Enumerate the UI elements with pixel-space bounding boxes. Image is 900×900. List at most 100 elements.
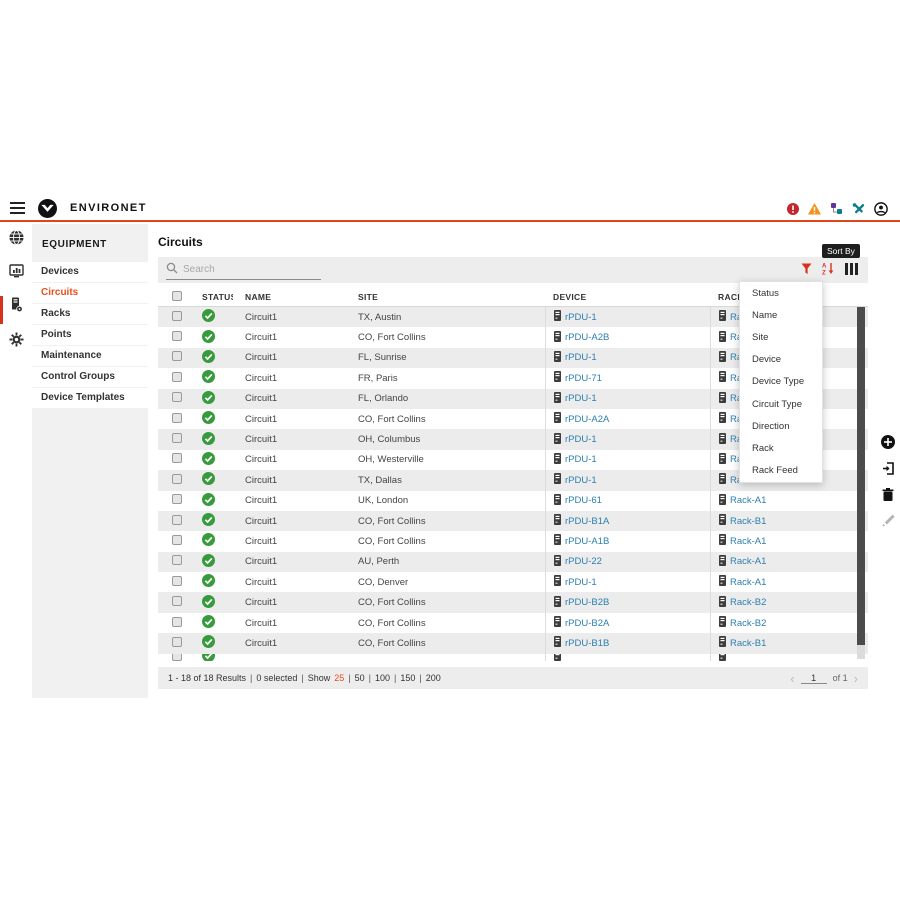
warning-icon[interactable] [808,203,821,215]
add-button[interactable] [881,435,895,454]
device-link[interactable]: rPDU-1 [565,393,597,404]
row-checkbox[interactable] [172,555,182,565]
device-link[interactable]: rPDU-A2B [565,332,609,343]
row-checkbox[interactable] [172,535,182,545]
device-link[interactable]: rPDU-1 [565,352,597,363]
row-checkbox[interactable] [172,494,182,504]
sort-option-device-type[interactable]: Device Type [740,371,822,393]
menu-icon[interactable] [10,202,25,217]
row-checkbox[interactable] [172,576,182,586]
device-link[interactable]: rPDU-1 [565,312,597,323]
show-option-150[interactable]: 150 [400,673,415,683]
device-link[interactable]: rPDU-22 [565,556,602,567]
edit-button[interactable] [882,514,895,532]
rack-icon [719,575,726,589]
select-all-checkbox[interactable] [172,291,182,301]
sort-option-device[interactable]: Device [740,349,822,371]
row-checkbox[interactable] [172,392,182,402]
rack-icon [719,433,726,447]
status-ok-icon [202,533,215,549]
scrollbar-thumb[interactable] [857,307,865,645]
sidebar-item-racks[interactable]: Racks [32,304,148,324]
device-link[interactable]: rPDU-1 [565,475,597,486]
sidebar-item-maintenance[interactable]: Maintenance [32,346,148,366]
page-of-label: of 1 [833,673,848,683]
device-link[interactable]: rPDU-71 [565,373,602,384]
page-input[interactable] [801,673,827,684]
row-checkbox[interactable] [172,637,182,647]
name-cell: Circuit1 [233,597,346,608]
rack-link[interactable]: Rack-A1 [730,556,766,567]
column-header-status[interactable]: STATUS [188,292,233,302]
device-link[interactable]: rPDU-1 [565,434,597,445]
row-checkbox-cell [158,535,188,548]
device-link[interactable]: rPDU-B2A [565,618,609,629]
row-checkbox[interactable] [172,331,182,341]
device-link[interactable]: rPDU-A2A [565,414,609,425]
tools-icon[interactable] [852,203,865,215]
export-button[interactable] [882,462,895,480]
name-cell: Circuit1 [233,577,346,588]
row-checkbox[interactable] [172,372,182,382]
sort-option-site[interactable]: Site [740,326,822,348]
sidebar-item-points[interactable]: Points [32,325,148,345]
search-input[interactable] [178,264,321,275]
row-checkbox[interactable] [172,351,182,361]
device-link[interactable]: rPDU-1 [565,454,597,465]
device-link[interactable]: rPDU-61 [565,495,602,506]
row-checkbox[interactable] [172,596,182,606]
rack-link[interactable]: Rack-B2 [730,597,766,608]
next-page-icon[interactable]: › [854,672,858,685]
delete-button[interactable] [882,488,894,506]
sort-option-status[interactable]: Status [740,282,822,304]
sort-option-rack-feed[interactable]: Rack Feed [740,460,822,482]
rack-link[interactable]: Rack-B2 [730,618,766,629]
settings-gear-icon[interactable] [0,326,32,352]
show-option-50[interactable]: 50 [355,673,365,683]
device-cell: rPDU-A2B [545,327,710,347]
column-header-site[interactable]: SITE [346,292,545,302]
sidebar-item-device-templates[interactable]: Device Templates [32,388,148,408]
rack-link[interactable]: Rack-A1 [730,495,766,506]
row-checkbox[interactable] [172,311,182,321]
filter-icon[interactable] [801,263,812,275]
show-option-25[interactable]: 25 [334,673,344,683]
sort-option-direction[interactable]: Direction [740,415,822,437]
sidebar-item-control-groups[interactable]: Control Groups [32,367,148,387]
sort-icon[interactable]: AZ [822,262,835,275]
rack-link[interactable]: Rack-A1 [730,536,766,547]
device-link[interactable]: rPDU-A1B [565,536,609,547]
row-checkbox[interactable] [172,453,182,463]
row-checkbox[interactable] [172,433,182,443]
rack-link[interactable]: Rack-A1 [730,577,766,588]
rack-link[interactable]: Rack-B1 [730,638,766,649]
scrollbar-track[interactable] [857,307,865,659]
account-icon[interactable] [874,202,888,216]
row-checkbox[interactable] [172,515,182,525]
device-link[interactable]: rPDU-B2B [565,597,609,608]
rack-link[interactable]: Rack-B1 [730,516,766,527]
row-checkbox[interactable] [172,474,182,484]
alarm-icon[interactable] [787,203,799,215]
globe-icon[interactable] [0,224,32,250]
show-option-100[interactable]: 100 [375,673,390,683]
row-checkbox[interactable] [172,654,182,661]
sidebar-item-circuits[interactable]: Circuits [32,283,148,303]
columns-icon[interactable] [845,263,858,275]
equipment-icon[interactable] [0,292,32,318]
network-status-icon[interactable] [830,203,843,215]
sidebar-item-devices[interactable]: Devices [32,262,148,282]
row-checkbox[interactable] [172,413,182,423]
column-header-device[interactable]: DEVICE [545,288,710,306]
dashboard-icon[interactable] [0,258,32,284]
sort-option-name[interactable]: Name [740,304,822,326]
sort-option-rack[interactable]: Rack [740,437,822,459]
device-link[interactable]: rPDU-B1A [565,516,609,527]
prev-page-icon[interactable]: ‹ [790,672,794,685]
row-checkbox[interactable] [172,617,182,627]
show-option-200[interactable]: 200 [426,673,441,683]
column-header-name[interactable]: NAME [233,292,346,302]
device-link[interactable]: rPDU-B1B [565,638,609,649]
device-link[interactable]: rPDU-1 [565,577,597,588]
sort-option-circuit-type[interactable]: Circuit Type [740,393,822,415]
